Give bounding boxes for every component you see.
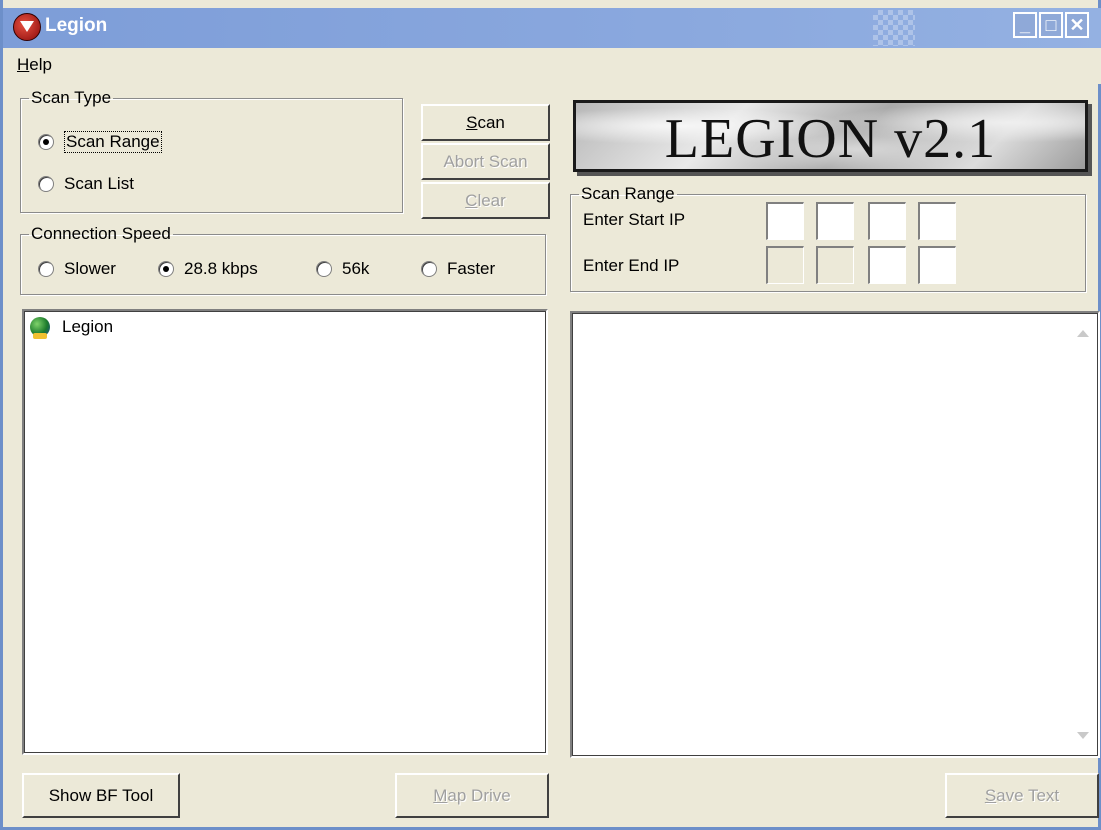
radio-scan-range-label: Scan Range xyxy=(64,131,162,153)
scan-button-label: can xyxy=(477,112,505,132)
show-bf-tool-button-label: Show BF Tool xyxy=(48,785,154,805)
map-drive-button-label: ap Drive xyxy=(447,785,511,805)
radio-28-8-kbps-indicator xyxy=(158,261,174,277)
start-ip-octet-4[interactable] xyxy=(918,202,956,240)
radio-faster-label: Faster xyxy=(447,259,496,278)
tree-root-label: Legion xyxy=(62,317,114,336)
save-text-button[interactable]: Save Text xyxy=(945,773,1099,818)
end-ip-label: Enter End IP xyxy=(583,256,680,275)
abort-scan-button-label: Abort Scan xyxy=(443,151,528,171)
connection-speed-legend: Connection Speed xyxy=(31,224,171,243)
legion-logo: LEGION v2.1 xyxy=(573,100,1088,172)
radio-slower-label: Slower xyxy=(64,259,116,278)
menu-help[interactable]: Help xyxy=(17,55,52,75)
results-tree[interactable]: Legion xyxy=(22,309,548,755)
logo-text: LEGION v2.1 xyxy=(664,108,997,170)
scan-button[interactable]: Scan xyxy=(421,104,550,141)
legion-window: Legion _ □ ✕ Help Scan Type Scan Range S… xyxy=(0,0,1101,830)
save-text-button-label: ave Text xyxy=(996,785,1060,805)
start-ip-label: Enter Start IP xyxy=(583,210,686,229)
radio-scan-list[interactable]: Scan List xyxy=(38,174,134,194)
clear-button-mnemonic: C xyxy=(465,190,478,210)
network-globe-icon xyxy=(30,317,50,339)
minimize-button[interactable]: _ xyxy=(1013,12,1037,38)
minimize-icon: _ xyxy=(1019,14,1030,35)
radio-scan-range-indicator xyxy=(38,134,54,150)
output-text-area[interactable] xyxy=(570,311,1100,758)
radio-56k[interactable]: 56k xyxy=(316,259,369,279)
end-ip-octet-3[interactable] xyxy=(868,246,906,284)
radio-slower-indicator xyxy=(38,261,54,277)
menu-bar: Help xyxy=(3,48,1101,84)
radio-28-8-kbps[interactable]: 28.8 kbps xyxy=(158,259,258,279)
title-bar[interactable]: Legion _ □ ✕ xyxy=(3,8,1101,48)
legion-app-icon[interactable] xyxy=(13,13,41,41)
window-title: Legion xyxy=(45,15,108,36)
start-ip-octet-3[interactable] xyxy=(868,202,906,240)
tree-root-item[interactable]: Legion xyxy=(30,317,114,339)
radio-scan-list-label: Scan List xyxy=(64,174,134,193)
menu-help-label: elp xyxy=(29,55,52,74)
map-drive-button[interactable]: Map Drive xyxy=(395,773,549,818)
end-ip-octet-1[interactable] xyxy=(766,246,804,284)
start-ip-octet-2[interactable] xyxy=(816,202,854,240)
close-icon: ✕ xyxy=(1069,14,1085,35)
radio-56k-indicator xyxy=(316,261,332,277)
radio-faster-indicator xyxy=(421,261,437,277)
output-vertical-scrollbar[interactable] xyxy=(1071,316,1095,753)
scan-type-legend: Scan Type xyxy=(31,88,112,107)
close-button[interactable]: ✕ xyxy=(1065,12,1089,38)
start-ip-octet-1[interactable] xyxy=(766,202,804,240)
maximize-icon: □ xyxy=(1045,14,1057,35)
scroll-down-arrow-icon[interactable] xyxy=(1077,732,1089,739)
save-text-mnemonic: S xyxy=(984,785,997,805)
end-ip-octet-2[interactable] xyxy=(816,246,854,284)
titlebar-pattern xyxy=(873,10,915,46)
menu-help-mnemonic: H xyxy=(17,55,30,74)
abort-scan-button[interactable]: Abort Scan xyxy=(421,143,550,180)
clear-button-label: lear xyxy=(477,190,506,210)
scan-range-legend: Scan Range xyxy=(581,184,675,203)
radio-slower[interactable]: Slower xyxy=(38,259,116,279)
clear-button[interactable]: Clear xyxy=(421,182,550,219)
show-bf-tool-button[interactable]: Show BF Tool xyxy=(22,773,180,818)
radio-scan-list-indicator xyxy=(38,176,54,192)
scan-button-mnemonic: S xyxy=(466,112,478,132)
map-drive-mnemonic: M xyxy=(433,785,448,805)
radio-56k-label: 56k xyxy=(342,259,370,278)
maximize-button[interactable]: □ xyxy=(1039,12,1063,38)
radio-scan-range[interactable]: Scan Range xyxy=(38,131,162,153)
end-ip-octet-4[interactable] xyxy=(918,246,956,284)
radio-28-8-kbps-label: 28.8 kbps xyxy=(184,259,258,278)
scroll-up-arrow-icon[interactable] xyxy=(1077,330,1089,337)
radio-faster[interactable]: Faster xyxy=(421,259,495,279)
